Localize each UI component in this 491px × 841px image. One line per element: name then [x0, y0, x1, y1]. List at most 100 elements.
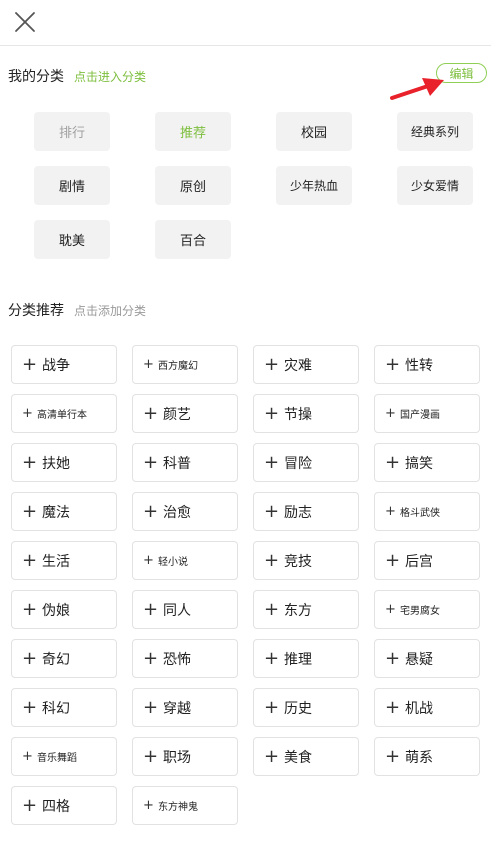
- add-category-button[interactable]: + 节操: [253, 394, 359, 433]
- add-category-button[interactable]: + 东方神鬼: [132, 786, 238, 825]
- add-category-button[interactable]: + 推理: [253, 639, 359, 678]
- category-label: 搞笑: [405, 455, 433, 472]
- category-label: 治愈: [163, 504, 191, 521]
- plus-icon: +: [385, 696, 401, 718]
- add-category-button[interactable]: + 穿越: [132, 688, 238, 727]
- my-category-tag[interactable]: 排行: [34, 112, 110, 151]
- plus-icon: +: [143, 745, 159, 767]
- plus-icon: +: [264, 353, 280, 375]
- add-category-button[interactable]: + 治愈: [132, 492, 238, 531]
- add-category-button[interactable]: + 冒险: [253, 443, 359, 482]
- category-label: 高清单行本: [37, 410, 87, 421]
- plus-icon: +: [22, 500, 38, 522]
- add-category-button[interactable]: + 恐怖: [132, 639, 238, 678]
- recommended-title: 分类推荐: [8, 303, 64, 319]
- my-category-tag[interactable]: 经典系列: [397, 112, 473, 151]
- add-category-button[interactable]: + 东方: [253, 590, 359, 629]
- plus-icon: +: [385, 353, 401, 375]
- add-category-button[interactable]: + 性转: [374, 345, 480, 384]
- add-category-button[interactable]: + 职场: [132, 737, 238, 776]
- my-category-tag[interactable]: 少年热血: [276, 166, 352, 205]
- my-category-tag[interactable]: 少女爱情: [397, 166, 473, 205]
- add-category-button[interactable]: + 美食: [253, 737, 359, 776]
- plus-icon: +: [22, 451, 38, 473]
- my-categories-hint: 点击进入分类: [74, 70, 147, 84]
- category-label: 四格: [42, 798, 70, 815]
- plus-icon: +: [385, 504, 396, 519]
- add-category-button[interactable]: + 四格: [11, 786, 117, 825]
- add-category-button[interactable]: + 科普: [132, 443, 238, 482]
- recommended-grid: + 战争 + 西方魔幻 + 灾难 + 性转 + 高清单行本 + 颜艺 + 节操 + 国产漫画 + 扶她 + 科普 + 冒险…: [11, 345, 481, 825]
- plus-icon: +: [264, 696, 280, 718]
- category-label: 同人: [163, 602, 191, 619]
- add-category-button[interactable]: + 竞技: [253, 541, 359, 580]
- category-label: 穿越: [163, 700, 191, 717]
- plus-icon: +: [143, 696, 159, 718]
- plus-icon: +: [143, 402, 159, 424]
- add-category-button[interactable]: + 奇幻: [11, 639, 117, 678]
- plus-icon: +: [143, 500, 159, 522]
- my-category-tag[interactable]: 剧情: [34, 166, 110, 205]
- plus-icon: +: [143, 553, 154, 568]
- my-category-tag[interactable]: 耽美: [34, 220, 110, 259]
- category-label: 竞技: [284, 553, 312, 570]
- plus-icon: +: [22, 749, 33, 764]
- plus-icon: +: [264, 647, 280, 669]
- plus-icon: +: [22, 647, 38, 669]
- plus-icon: +: [264, 500, 280, 522]
- my-categories-title: 我的分类: [8, 69, 64, 85]
- plus-icon: +: [385, 745, 401, 767]
- add-category-button[interactable]: + 灾难: [253, 345, 359, 384]
- add-category-button[interactable]: + 伪娘: [11, 590, 117, 629]
- category-label: 音乐舞蹈: [37, 753, 77, 764]
- category-label: 魔法: [42, 504, 70, 521]
- add-category-button[interactable]: + 魔法: [11, 492, 117, 531]
- category-label: 历史: [284, 700, 312, 717]
- plus-icon: +: [264, 402, 280, 424]
- top-bar: [0, 0, 491, 46]
- add-category-button[interactable]: + 宅男腐女: [374, 590, 480, 629]
- add-category-button[interactable]: + 历史: [253, 688, 359, 727]
- add-category-button[interactable]: + 扶她: [11, 443, 117, 482]
- add-category-button[interactable]: + 西方魔幻: [132, 345, 238, 384]
- add-category-button[interactable]: + 悬疑: [374, 639, 480, 678]
- category-label: 生活: [42, 553, 70, 570]
- plus-icon: +: [264, 598, 280, 620]
- add-category-button[interactable]: + 高清单行本: [11, 394, 117, 433]
- plus-icon: +: [22, 353, 38, 375]
- category-label: 节操: [284, 406, 312, 423]
- add-category-button[interactable]: + 生活: [11, 541, 117, 580]
- category-label: 颜艺: [163, 406, 191, 423]
- plus-icon: +: [22, 406, 33, 421]
- my-category-tag[interactable]: 原创: [155, 166, 231, 205]
- category-label: 宅男腐女: [400, 606, 440, 617]
- my-category-tag[interactable]: 推荐: [155, 112, 231, 151]
- add-category-button[interactable]: + 轻小说: [132, 541, 238, 580]
- add-category-button[interactable]: + 国产漫画: [374, 394, 480, 433]
- category-label: 性转: [405, 357, 433, 374]
- add-category-button[interactable]: + 科幻: [11, 688, 117, 727]
- plus-icon: +: [22, 794, 38, 816]
- add-category-button[interactable]: + 战争: [11, 345, 117, 384]
- category-label: 奇幻: [42, 651, 70, 668]
- add-category-button[interactable]: + 颜艺: [132, 394, 238, 433]
- add-category-button[interactable]: + 机战: [374, 688, 480, 727]
- category-label: 职场: [163, 749, 191, 766]
- category-label: 恐怖: [163, 651, 191, 668]
- category-label: 科幻: [42, 700, 70, 717]
- add-category-button[interactable]: + 音乐舞蹈: [11, 737, 117, 776]
- add-category-button[interactable]: + 萌系: [374, 737, 480, 776]
- category-label: 战争: [42, 357, 70, 374]
- category-label: 东方神鬼: [158, 802, 198, 813]
- add-category-button[interactable]: + 励志: [253, 492, 359, 531]
- add-category-button[interactable]: + 搞笑: [374, 443, 480, 482]
- category-label: 后宫: [405, 553, 433, 570]
- my-category-tag[interactable]: 百合: [155, 220, 231, 259]
- close-button[interactable]: [12, 9, 38, 35]
- recommended-hint: 点击添加分类: [74, 304, 147, 318]
- add-category-button[interactable]: + 后宫: [374, 541, 480, 580]
- add-category-button[interactable]: + 同人: [132, 590, 238, 629]
- plus-icon: +: [385, 602, 396, 617]
- my-category-tag[interactable]: 校园: [276, 112, 352, 151]
- add-category-button[interactable]: + 格斗武侠: [374, 492, 480, 531]
